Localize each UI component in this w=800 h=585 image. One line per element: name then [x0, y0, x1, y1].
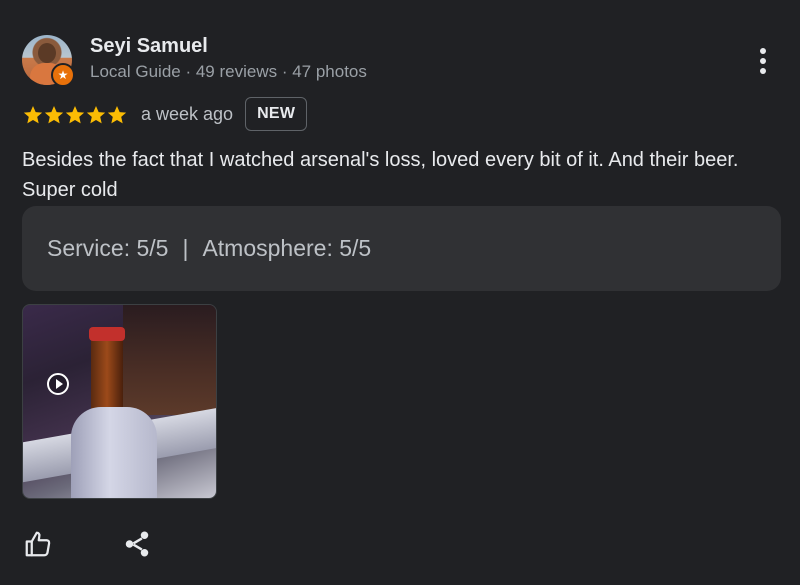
bottle-body — [71, 407, 157, 498]
bottle-cap — [89, 327, 125, 341]
local-guide-star-icon: ★ — [51, 63, 75, 87]
star-icon — [64, 104, 85, 124]
menu-dot — [760, 68, 766, 74]
menu-dot — [760, 58, 766, 64]
thumbs-up-icon — [25, 531, 51, 557]
new-badge: NEW — [245, 97, 308, 131]
rating-row: a week ago NEW — [22, 96, 308, 132]
video-play-icon — [47, 373, 69, 395]
star-rating — [22, 104, 127, 124]
review-text: Besides the fact that I watched arsenal'… — [22, 149, 739, 201]
star-icon — [106, 104, 127, 124]
star-icon — [85, 104, 106, 124]
photo-bottle — [71, 327, 157, 498]
avatar-head — [38, 43, 56, 63]
service-rating: Service: 5/5 — [47, 235, 169, 261]
star-icon — [43, 104, 64, 124]
atmosphere-rating: Atmosphere: 5/5 — [202, 235, 372, 261]
menu-dot — [760, 48, 766, 54]
reviewer-meta[interactable]: Local Guide · 49 reviews · 47 photos — [90, 62, 367, 82]
bottle-neck — [91, 335, 123, 415]
reviewer-name[interactable]: Seyi Samuel — [90, 35, 208, 58]
more-vert-icon[interactable] — [748, 44, 778, 78]
share-icon — [125, 531, 149, 557]
share-button[interactable] — [120, 527, 154, 561]
like-button[interactable] — [21, 527, 55, 561]
attribute-separator: | — [182, 235, 189, 261]
star-icon — [22, 104, 43, 124]
review-card: ★ Seyi Samuel Local Guide · 49 reviews ·… — [0, 0, 800, 585]
review-time: a week ago — [141, 103, 234, 124]
review-attributes: Service: 5/5 | Atmosphere: 5/5 — [22, 206, 781, 291]
review-photo[interactable] — [22, 304, 217, 499]
